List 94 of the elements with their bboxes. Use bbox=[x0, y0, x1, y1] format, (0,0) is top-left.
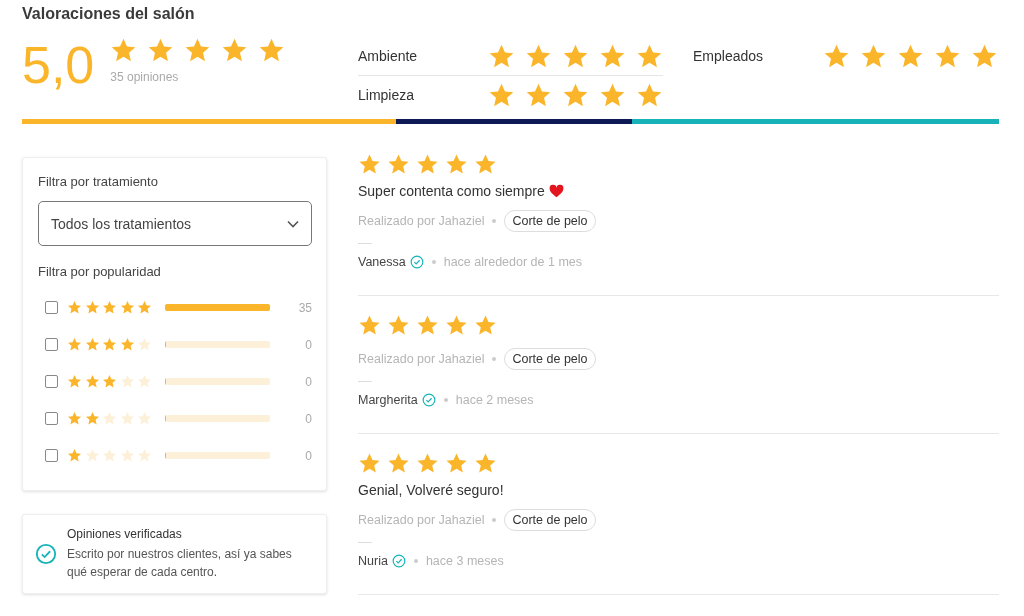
star-icon bbox=[358, 314, 381, 337]
review-date: hace alrededor de 1 mes bbox=[443, 255, 582, 269]
star-icon bbox=[474, 153, 497, 176]
star-icon bbox=[67, 374, 82, 389]
filter-label: Filtra por popularidad bbox=[38, 264, 162, 279]
star-icon bbox=[137, 448, 152, 463]
star-icon bbox=[416, 452, 439, 475]
star-icon bbox=[525, 81, 552, 109]
star-icon bbox=[102, 374, 117, 389]
star-icon bbox=[823, 42, 850, 70]
star-icon bbox=[525, 42, 552, 70]
filter-label: Filtra por tratamiento bbox=[38, 174, 159, 189]
star-icon bbox=[488, 42, 515, 70]
star-icon bbox=[445, 452, 468, 475]
star-icon bbox=[137, 374, 152, 389]
star-icon bbox=[119, 448, 135, 463]
star-icon bbox=[147, 37, 175, 64]
treatment-dropdown[interactable]: Todos los tratamientos bbox=[38, 201, 312, 246]
star-icon bbox=[102, 448, 117, 463]
star-icon bbox=[84, 300, 100, 315]
star-icon bbox=[84, 448, 100, 463]
review-count: 35 opiniones bbox=[110, 70, 180, 84]
star-icon bbox=[897, 42, 924, 70]
star-icon bbox=[137, 300, 152, 315]
rating-score: 5,0 bbox=[22, 39, 95, 96]
author-name: Margherita bbox=[358, 393, 418, 407]
star-icon bbox=[67, 300, 82, 315]
author-name: Vanessa bbox=[358, 255, 406, 269]
star-icon bbox=[258, 37, 286, 64]
star-icon bbox=[67, 411, 82, 426]
star-icon bbox=[102, 300, 117, 315]
rating-count: 0 bbox=[304, 337, 312, 352]
star-icon bbox=[387, 153, 410, 176]
star-icon bbox=[102, 411, 117, 426]
review-date: hace 2 meses bbox=[455, 393, 534, 407]
page-title: Valoraciones del salón bbox=[22, 5, 196, 23]
star-icon bbox=[119, 411, 135, 426]
star-icon bbox=[387, 314, 410, 337]
check-circle-icon bbox=[35, 543, 57, 565]
star-icon bbox=[67, 448, 82, 463]
star-icon bbox=[84, 411, 100, 426]
star-icon bbox=[445, 314, 468, 337]
star-icon bbox=[110, 37, 138, 64]
star-icon bbox=[474, 314, 497, 337]
chevron-down-icon bbox=[287, 219, 299, 228]
verified-title: Opiniones verificadas bbox=[67, 527, 183, 541]
star-icon bbox=[474, 452, 497, 475]
verified-description: Escrito por nuestros clientes, así ya sabes qué esperar de cada centro. bbox=[67, 546, 293, 581]
staff-name: Realizado por Jahaziel bbox=[358, 214, 485, 228]
rating-count: 0 bbox=[304, 411, 312, 426]
review-title: Genial, Volveré seguro! bbox=[358, 482, 504, 498]
checkbox[interactable] bbox=[45, 301, 58, 314]
star-icon bbox=[137, 411, 152, 426]
checkbox[interactable] bbox=[45, 412, 58, 425]
star-icon bbox=[67, 337, 82, 352]
review-date: hace 3 meses bbox=[425, 554, 504, 568]
star-icon bbox=[102, 337, 117, 352]
star-icon bbox=[416, 153, 439, 176]
rating-count: 0 bbox=[304, 374, 312, 389]
star-icon bbox=[971, 42, 998, 70]
star-icon bbox=[221, 37, 249, 64]
star-icon bbox=[119, 374, 135, 389]
star-icon bbox=[860, 42, 887, 70]
star-icon bbox=[84, 374, 100, 389]
star-icon bbox=[416, 314, 439, 337]
rating-count: 35 bbox=[297, 300, 312, 315]
category-label: Empleados bbox=[693, 48, 764, 64]
author-name: Nuria bbox=[358, 554, 388, 568]
rating-count: 0 bbox=[304, 448, 312, 463]
star-icon bbox=[445, 153, 468, 176]
star-icon bbox=[137, 337, 152, 352]
star-icon bbox=[488, 81, 515, 109]
star-icon bbox=[599, 42, 626, 70]
star-icon bbox=[184, 37, 212, 64]
checkbox[interactable] bbox=[45, 449, 58, 462]
star-icon bbox=[358, 153, 381, 176]
star-icon bbox=[358, 452, 381, 475]
category-label: Limpieza bbox=[358, 87, 415, 103]
category-label: Ambiente bbox=[358, 48, 418, 64]
staff-name: Realizado por Jahaziel bbox=[358, 352, 485, 366]
checkbox[interactable] bbox=[45, 338, 58, 351]
review-title: Super contenta como siempre bbox=[358, 183, 545, 199]
checkbox[interactable] bbox=[45, 375, 58, 388]
star-icon bbox=[636, 42, 663, 70]
star-icon bbox=[562, 42, 589, 70]
star-icon bbox=[934, 42, 961, 70]
star-icon bbox=[562, 81, 589, 109]
star-icon bbox=[387, 452, 410, 475]
star-icon bbox=[119, 300, 135, 315]
staff-name: Realizado por Jahaziel bbox=[358, 513, 485, 527]
star-icon bbox=[119, 337, 135, 352]
star-icon bbox=[599, 81, 626, 109]
star-icon bbox=[84, 337, 100, 352]
star-icon bbox=[636, 81, 663, 109]
